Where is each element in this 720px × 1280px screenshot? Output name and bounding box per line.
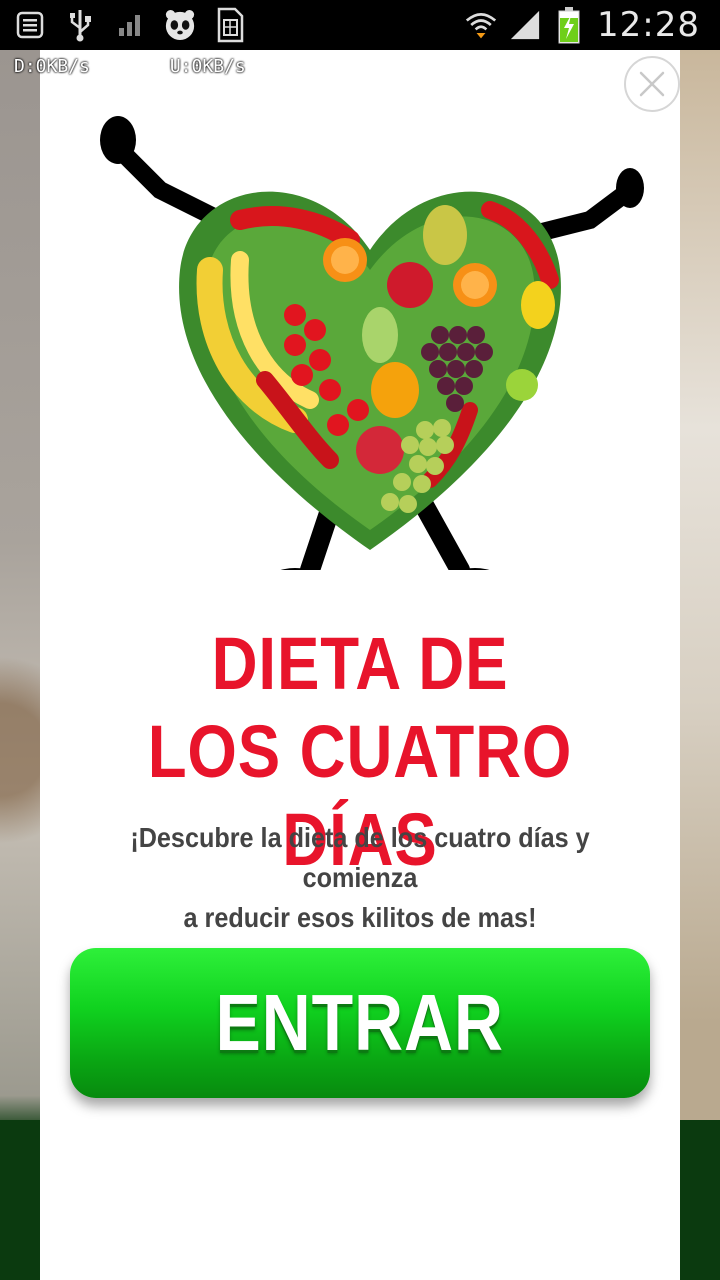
close-icon [639,71,665,97]
promo-dialog: DIETA DE LOS CUATRO DÍAS ¡Descubre la di… [40,50,680,1280]
battery-charging-icon [553,7,585,44]
upload-speed: U:0KB/s [169,56,246,77]
network-speed-overlay: D:0KB/s U:0KB/s [14,56,246,77]
background-decoration [680,50,720,1130]
signal-bars-small-icon [114,9,146,41]
subtitle-line: ¡Descubre la dieta de los cuatro días y … [130,822,590,893]
panda-icon [164,9,196,41]
fruit-heart-illustration [100,116,644,570]
subtitle-line: a reducir esos kilitos de mas! [183,902,537,933]
enter-button[interactable]: ENTRAR [70,948,650,1098]
status-bar: 12:28 [0,0,720,50]
headline-line: DIETA DE [211,622,509,705]
sim-card-icon [214,7,246,43]
enter-button-label: ENTRAR [215,978,505,1067]
notes-icon [14,9,46,41]
screen: 12:28 D:0KB/s U:0KB/s DIETA DE LOS CUATR… [0,0,720,1280]
background-decoration [0,600,40,900]
close-button[interactable] [624,56,680,112]
wifi-icon [465,9,497,41]
subtitle: ¡Descubre la dieta de los cuatro días y … [99,818,621,938]
download-speed: D:0KB/s [14,56,90,77]
cell-signal-icon [509,9,541,41]
usb-icon [64,9,96,42]
status-time: 12:28 [597,5,700,45]
